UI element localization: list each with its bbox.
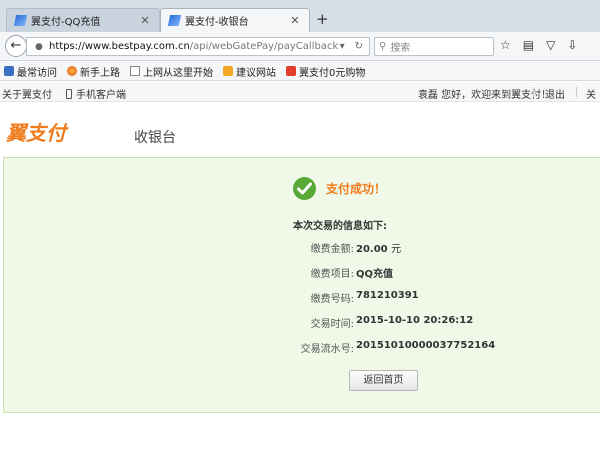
success-title: 支付成功！ — [326, 182, 387, 196]
navigation-bar: ← ● https://www.bestpay.com.cn/api/webGa… — [0, 32, 600, 61]
tab-label: 翼支付-QQ充值 — [31, 17, 101, 28]
close-tab-icon[interactable]: ✕ — [139, 14, 151, 27]
detail-value: 20151010000037752164 — [356, 340, 496, 351]
detail-row-amount: 缴费金额: 20.00 元 — [204, 240, 534, 255]
site-top-bar: 关于翼支付 手机客户端 袁磊 您好，欢迎来到翼支付！ 退出 关 — [0, 82, 600, 102]
detail-value: 2015-10-10 20:26:12 — [356, 315, 474, 326]
amount-value: 20.00 — [356, 244, 388, 255]
detail-label: 交易流水号: — [300, 344, 354, 355]
bookmark-star-icon[interactable]: ☆ — [500, 38, 511, 52]
bookmark-label: 新手上路 — [80, 67, 120, 79]
reload-icon[interactable]: ↻ — [355, 41, 363, 52]
bookmark-most-visited[interactable]: 最常访问 — [4, 64, 57, 79]
bookmark-bestpay-shopping[interactable]: 翼支付0元购物 — [286, 64, 365, 79]
detail-row-item: 缴费项目: QQ充值 — [204, 265, 534, 280]
bing-icon — [223, 66, 233, 76]
download-icon[interactable]: ⇩ — [567, 38, 577, 52]
bookmark-label: 最常访问 — [17, 67, 57, 79]
mobile-client-link[interactable]: 手机客户端 — [66, 86, 126, 101]
bookmark-start-here[interactable]: 上网从这里开始 — [130, 64, 213, 79]
divider — [576, 87, 577, 97]
url-path: /api/webGatePay/payCallback — [189, 41, 339, 52]
url-host: https://www.bestpay.com.cn — [49, 41, 190, 52]
return-home-button[interactable]: 返回首页 — [349, 370, 418, 391]
logout-link[interactable]: 退出 — [545, 86, 565, 101]
detail-value: 781210391 — [356, 290, 419, 301]
bestpay-favicon-icon — [167, 15, 182, 26]
amount-unit: 元 — [391, 244, 402, 255]
search-icon: ⚲ — [379, 41, 387, 52]
bestpay-logo[interactable]: 翼支付 — [6, 117, 66, 146]
detail-label: 缴费项目: — [310, 269, 354, 280]
close-tab-icon[interactable]: ✕ — [289, 14, 301, 27]
bookmark-label: 建议网站 — [236, 67, 276, 79]
pocket-icon[interactable]: ▽ — [546, 38, 555, 52]
info-heading: 本次交易的信息如下: — [293, 221, 387, 232]
mobile-client-label: 手机客户端 — [76, 90, 126, 101]
tab-qq-recharge[interactable]: 翼支付-QQ充值 ✕ — [6, 8, 160, 32]
firefox-icon — [67, 66, 77, 76]
detail-row-time: 交易时间: 2015-10-10 20:26:12 — [204, 315, 534, 330]
search-placeholder: 搜索 — [390, 43, 411, 54]
dropdown-icon[interactable]: ▾ — [340, 41, 345, 52]
bookmark-folder-icon — [4, 66, 14, 76]
phone-icon — [66, 88, 72, 99]
tab-cashier[interactable]: 翼支付-收银台 ✕ — [160, 8, 310, 32]
bookmark-label: 翼支付0元购物 — [299, 67, 366, 79]
bookmark-label: 上网从这里开始 — [143, 67, 213, 79]
bookmark-getting-started[interactable]: 新手上路 — [67, 64, 120, 79]
tab-label: 翼支付-收银台 — [185, 17, 249, 28]
divider — [533, 87, 534, 97]
new-tab-button[interactable]: + — [316, 11, 329, 27]
detail-label: 缴费金额: — [310, 244, 354, 255]
address-bar[interactable]: ● https://www.bestpay.com.cn/api/webGate… — [26, 37, 370, 56]
about-link[interactable]: 关于翼支付 — [2, 86, 52, 101]
detail-label: 交易时间: — [310, 319, 354, 330]
search-input[interactable]: ⚲ 搜索 — [374, 37, 494, 56]
about-link-right[interactable]: 关 — [586, 86, 596, 101]
payment-result-panel: 支付成功！ 本次交易的信息如下: 缴费金额: 20.00 元 缴费项目: QQ充… — [3, 157, 600, 413]
site-header: 翼支付 收银台 — [0, 103, 600, 157]
success-check-icon — [293, 177, 316, 200]
detail-value: QQ充值 — [356, 269, 394, 280]
tab-strip: 翼支付-QQ充值 ✕ 翼支付-收银台 ✕ + — [0, 0, 600, 32]
bestpay-favicon-icon — [13, 15, 28, 26]
page-icon — [130, 66, 140, 76]
page-title: 收银台 — [134, 130, 176, 146]
detail-label: 缴费号码: — [310, 294, 354, 305]
lock-icon: ● — [35, 41, 43, 52]
detail-row-serial: 交易流水号: 20151010000037752164 — [204, 340, 534, 355]
detail-value: 20.00 元 — [356, 240, 401, 255]
back-button[interactable]: ← — [5, 35, 27, 57]
reading-list-icon[interactable]: ▤ — [523, 38, 534, 52]
bookmarks-bar: 最常访问 新手上路 上网从这里开始 建议网站 翼支付0元购物 — [0, 62, 600, 81]
bestpay-icon — [286, 66, 296, 76]
greeting-text: 袁磊 您好，欢迎来到翼支付！ — [418, 90, 552, 101]
detail-row-number: 缴费号码: 781210391 — [204, 290, 534, 305]
bookmark-suggested-sites[interactable]: 建议网站 — [223, 64, 276, 79]
